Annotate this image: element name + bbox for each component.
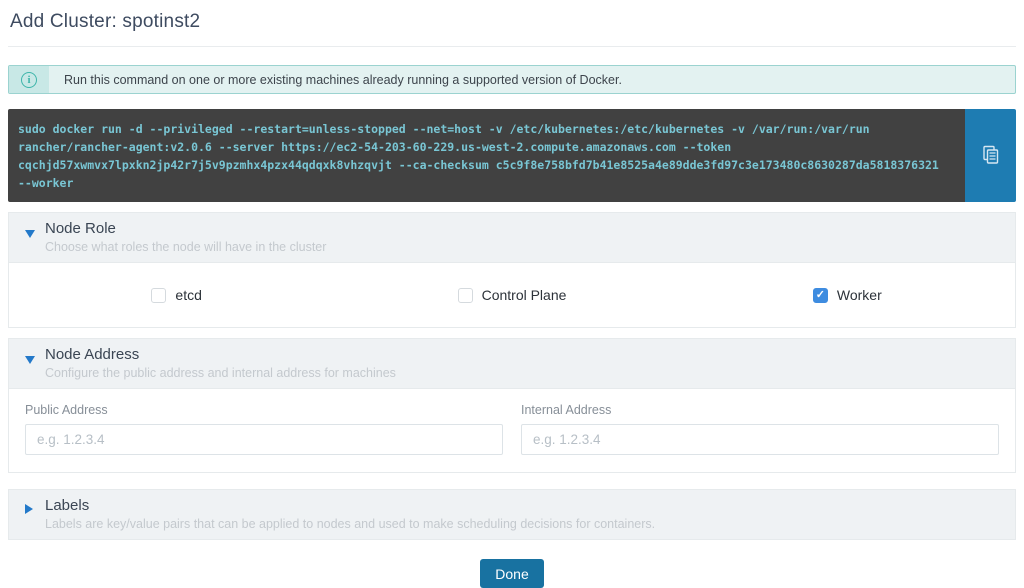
labels-section: Labels Labels are key/value pairs that c… [8, 489, 1016, 540]
checkbox-label: Worker [837, 287, 882, 303]
section-title: Node Role [45, 220, 999, 237]
node-role-section-header[interactable]: Node Role Choose what roles the node wil… [8, 212, 1016, 263]
node-address-section-body: Public Address Internal Address [8, 389, 1016, 473]
internal-address-input[interactable] [521, 424, 999, 455]
title-divider [8, 46, 1016, 47]
info-banner: i Run this command on one or more existi… [8, 65, 1016, 94]
section-subtitle: Choose what roles the node will have in … [45, 240, 999, 254]
section-subtitle: Labels are key/value pairs that can be a… [45, 517, 999, 531]
done-button[interactable]: Done [480, 559, 543, 588]
internal-address-label: Internal Address [521, 403, 999, 417]
docker-command-panel: sudo docker run -d --privileged --restar… [8, 109, 1016, 202]
node-address-section: Node Address Configure the public addres… [8, 338, 1016, 473]
code-line: cqchjd57xwmvx7lpxkn2jp42r7j5v9pzmhx4pzx4… [18, 156, 955, 174]
info-banner-icon-cell: i [9, 66, 49, 93]
info-banner-message: Run this command on one or more existing… [49, 66, 622, 93]
checkbox-checked-icon [813, 288, 828, 303]
caret-right-icon [25, 504, 33, 514]
checkbox-icon [151, 288, 166, 303]
public-address-input[interactable] [25, 424, 503, 455]
footer: Done [8, 559, 1016, 588]
role-col: Control Plane [344, 287, 679, 303]
control-plane-checkbox[interactable]: Control Plane [458, 287, 567, 303]
role-col: etcd [9, 287, 344, 303]
docker-command-code: sudo docker run -d --privileged --restar… [8, 109, 965, 202]
page-title: Add Cluster: spotinst2 [8, 0, 1016, 33]
node-address-section-header[interactable]: Node Address Configure the public addres… [8, 338, 1016, 389]
internal-address-field-group: Internal Address [521, 403, 999, 455]
caret-down-icon [25, 356, 35, 364]
section-title: Labels [45, 497, 999, 514]
section-subtitle: Configure the public address and interna… [45, 366, 999, 380]
checkbox-icon [458, 288, 473, 303]
address-form: Public Address Internal Address [9, 389, 1015, 472]
node-role-section: Node Role Choose what roles the node wil… [8, 212, 1016, 328]
etcd-checkbox[interactable]: etcd [151, 287, 201, 303]
section-title: Node Address [45, 346, 999, 363]
copy-command-button[interactable] [965, 109, 1016, 202]
code-line: rancher/rancher-agent:v2.0.6 --server ht… [18, 138, 955, 156]
clipboard-copy-icon [981, 145, 1000, 167]
labels-section-header[interactable]: Labels Labels are key/value pairs that c… [8, 489, 1016, 540]
public-address-label: Public Address [25, 403, 503, 417]
checkbox-label: etcd [175, 287, 201, 303]
worker-checkbox[interactable]: Worker [813, 287, 882, 303]
add-cluster-page: Add Cluster: spotinst2 i Run this comman… [0, 0, 1024, 588]
public-address-field-group: Public Address [25, 403, 503, 455]
code-line: --worker [18, 174, 955, 192]
caret-down-icon [25, 230, 35, 238]
info-icon: i [21, 72, 37, 88]
node-role-section-body: etcd Control Plane Worker [8, 263, 1016, 328]
checkbox-label: Control Plane [482, 287, 567, 303]
role-options-row: etcd Control Plane Worker [9, 263, 1015, 327]
code-line: sudo docker run -d --privileged --restar… [18, 120, 955, 138]
role-col: Worker [680, 287, 1015, 303]
